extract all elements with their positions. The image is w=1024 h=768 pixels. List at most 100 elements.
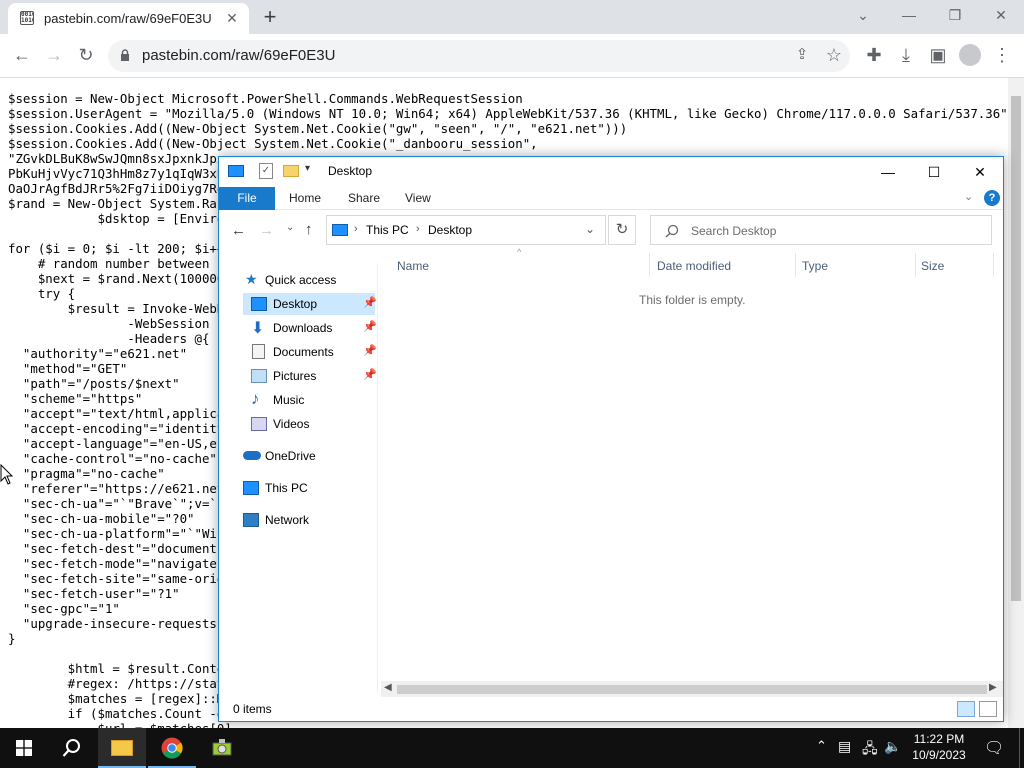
nav-item-documents[interactable]: Documents 📌 bbox=[243, 341, 377, 363]
new-tab-button[interactable]: + bbox=[257, 4, 283, 30]
taskbar-chrome[interactable] bbox=[148, 728, 196, 768]
taskbar-clock[interactable]: 11:22 PM 10/9/2023 bbox=[900, 731, 978, 763]
breadcrumb-this-pc[interactable]: This PC bbox=[366, 223, 409, 237]
nav-item-this-pc[interactable]: This PC bbox=[229, 477, 375, 499]
clock-date: 10/9/2023 bbox=[912, 748, 966, 762]
tab-search-chevron-icon[interactable]: ⌄ bbox=[840, 0, 886, 30]
details-view-icon[interactable] bbox=[957, 701, 975, 717]
up-arrow-icon[interactable]: ↑ bbox=[305, 221, 313, 238]
download-icon[interactable]: ⤓ bbox=[892, 41, 920, 69]
nav-item-downloads[interactable]: ⬇ Downloads 📌 bbox=[243, 317, 377, 339]
tab-close-icon[interactable]: ✕ bbox=[222, 8, 242, 28]
address-bar[interactable]: pastebin.com/raw/69eF0E3U bbox=[108, 40, 850, 72]
forward-arrow-icon[interactable]: → bbox=[40, 41, 68, 69]
column-divider[interactable] bbox=[993, 253, 994, 277]
browser-tab[interactable]: 0010 1010 pastebin.com/raw/69eF0E3U ✕ bbox=[8, 3, 249, 34]
search-desktop-input[interactable]: Search Desktop bbox=[650, 215, 992, 245]
nav-item-onedrive[interactable]: OneDrive bbox=[229, 445, 375, 467]
nav-item-music[interactable]: ♪ Music bbox=[243, 389, 375, 411]
minimize-button[interactable]: — bbox=[886, 0, 932, 30]
pin-icon: 📌 bbox=[363, 321, 377, 333]
scroll-right-arrow-icon[interactable]: ▶ bbox=[989, 682, 997, 693]
reload-icon[interactable]: ↻ bbox=[72, 41, 100, 69]
explorer-refresh-icon[interactable]: ↻ bbox=[608, 215, 636, 245]
start-button[interactable] bbox=[0, 728, 48, 768]
explorer-maximize-button[interactable]: ☐ bbox=[911, 157, 957, 187]
scroll-left-arrow-icon[interactable]: ◀ bbox=[384, 682, 392, 693]
help-icon[interactable]: ? bbox=[984, 190, 1000, 206]
this-pc-icon bbox=[243, 481, 259, 495]
show-hidden-icons-chevron-icon[interactable]: ⌃ bbox=[816, 738, 827, 754]
address-dropdown-chevron-icon[interactable]: ⌄ bbox=[585, 222, 595, 236]
app-gear-icon bbox=[212, 739, 232, 756]
pin-icon: 📌 bbox=[363, 345, 377, 357]
breadcrumb-separator-icon[interactable]: › bbox=[354, 223, 358, 235]
column-header-size[interactable]: Size bbox=[921, 259, 944, 273]
explorer-window-title: Desktop bbox=[328, 164, 373, 178]
explorer-forward-arrow-icon[interactable]: → bbox=[259, 222, 274, 239]
item-count: 0 items bbox=[233, 702, 272, 716]
nav-item-quick-access[interactable]: ★ Quick access bbox=[229, 269, 375, 291]
side-panel-icon[interactable]: ▣ bbox=[924, 41, 952, 69]
explorer-minimize-button[interactable]: — bbox=[865, 157, 911, 187]
taskbar-app[interactable] bbox=[198, 728, 246, 768]
large-icons-view-icon[interactable] bbox=[979, 701, 997, 717]
nav-label-downloads: Downloads bbox=[273, 321, 333, 335]
code-line: $url = $matches[0] bbox=[8, 721, 1008, 728]
explorer-horizontal-scrollbar[interactable]: ◀ ▶ bbox=[381, 681, 1003, 697]
pictures-icon bbox=[251, 369, 267, 383]
ribbon-tab-share[interactable]: Share bbox=[348, 191, 380, 205]
explorer-address-bar[interactable]: › This PC › Desktop ⌄ bbox=[326, 215, 606, 245]
show-desktop-button[interactable] bbox=[1019, 728, 1024, 768]
taskbar-file-explorer[interactable] bbox=[98, 728, 146, 768]
ribbon-tab-view[interactable]: View bbox=[405, 191, 431, 205]
explorer-title-bar[interactable]: ✓ ▾ Desktop — ☐ ✕ bbox=[219, 157, 1003, 187]
profile-avatar-icon[interactable] bbox=[956, 41, 984, 69]
taskbar-search-button[interactable] bbox=[48, 728, 96, 768]
music-note-icon: ♪ bbox=[251, 389, 260, 408]
nav-label-this-pc: This PC bbox=[265, 481, 308, 495]
share-icon[interactable]: ⇪ bbox=[788, 41, 816, 69]
column-header-date-modified[interactable]: Date modified bbox=[657, 259, 731, 273]
column-divider[interactable] bbox=[795, 253, 796, 277]
nav-label-pictures: Pictures bbox=[273, 369, 317, 383]
column-header-type[interactable]: Type bbox=[802, 259, 828, 273]
recent-locations-chevron-icon[interactable]: ⌄ bbox=[286, 222, 294, 233]
pin-icon: 📌 bbox=[363, 297, 377, 309]
tray-app-icon[interactable]: ▤ bbox=[838, 738, 851, 755]
close-window-button[interactable]: ✕ bbox=[978, 0, 1024, 30]
explorer-close-button[interactable]: ✕ bbox=[957, 157, 1003, 187]
ribbon-tab-file[interactable]: File bbox=[219, 187, 275, 210]
scrollbar-thumb[interactable] bbox=[1011, 96, 1021, 601]
notifications-icon[interactable]: 🗨 bbox=[984, 738, 1004, 758]
menu-dots-icon[interactable]: ⋮ bbox=[988, 41, 1016, 69]
quick-access-toolbar-dropdown-icon[interactable]: ▾ bbox=[305, 163, 310, 174]
scrollbar-thumb[interactable] bbox=[397, 685, 987, 694]
breadcrumb-separator-icon[interactable]: › bbox=[416, 223, 420, 235]
nav-item-videos[interactable]: Videos bbox=[243, 413, 375, 435]
properties-checkmark-icon[interactable]: ✓ bbox=[259, 163, 273, 179]
new-folder-icon[interactable] bbox=[283, 165, 299, 177]
downloads-arrow-icon: ⬇ bbox=[251, 320, 265, 337]
expand-ribbon-chevron-icon[interactable]: ⌄ bbox=[964, 190, 973, 203]
column-divider[interactable] bbox=[649, 253, 650, 277]
nav-item-desktop[interactable]: Desktop 📌 bbox=[243, 293, 377, 315]
nav-label-documents: Documents bbox=[273, 345, 334, 359]
explorer-back-arrow-icon[interactable]: ← bbox=[231, 222, 246, 239]
bookmark-star-icon[interactable]: ☆ bbox=[820, 41, 848, 69]
ribbon-tab-home[interactable]: Home bbox=[289, 191, 321, 205]
column-header-name[interactable]: Name bbox=[397, 259, 429, 273]
restore-button[interactable]: ❐ bbox=[932, 0, 978, 30]
network-tray-icon[interactable]: 🖧 bbox=[862, 738, 878, 762]
nav-item-network[interactable]: Network bbox=[229, 509, 375, 531]
nav-item-pictures[interactable]: Pictures 📌 bbox=[243, 365, 377, 387]
sort-indicator-icon: ^ bbox=[517, 247, 522, 257]
search-placeholder: Search Desktop bbox=[691, 224, 777, 238]
page-vertical-scrollbar[interactable] bbox=[1008, 78, 1024, 728]
back-arrow-icon[interactable]: ← bbox=[8, 41, 36, 69]
chrome-icon bbox=[161, 737, 183, 759]
volume-muted-icon[interactable]: 🔈 bbox=[884, 738, 901, 755]
column-divider[interactable] bbox=[915, 253, 916, 277]
breadcrumb-desktop[interactable]: Desktop bbox=[428, 223, 472, 237]
extensions-puzzle-icon[interactable]: ✚ bbox=[860, 41, 888, 69]
